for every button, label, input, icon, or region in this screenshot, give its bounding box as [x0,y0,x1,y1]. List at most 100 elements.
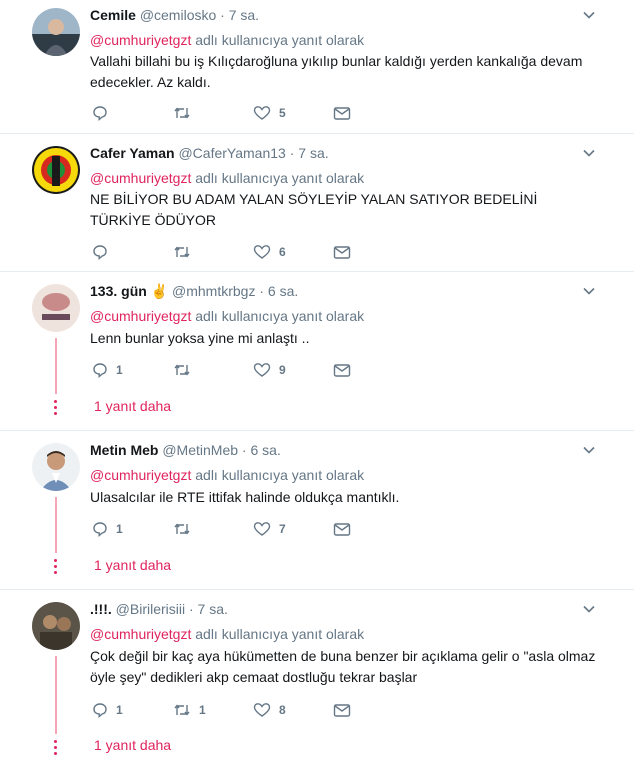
tweet-text: Ulasalcılar ile RTE ittifak halinde oldu… [90,489,400,505]
user-name[interactable]: Cemile [90,7,136,23]
timestamp[interactable]: 7 sa. [298,145,328,161]
more-replies-link[interactable]: 1 yanıt daha [94,737,171,753]
like-button[interactable]: 7 [253,521,286,537]
mention-link[interactable]: @cumhuriyetgzt [90,32,191,48]
retweet-count: 1 [199,703,206,717]
avatar[interactable] [32,146,80,194]
more-replies-link[interactable]: 1 yanıt daha [94,557,171,573]
like-button[interactable]: 9 [253,362,286,378]
tweet-3[interactable]: 133. gün ✌ @mhmtkrbgz · 6 sa. @cumhuriye… [0,272,634,430]
retweet-icon [174,107,190,119]
reply-count: 1 [116,522,123,536]
separator-dot: · [241,442,247,458]
separator-dot: · [220,7,225,23]
reply-context: @cumhuriyetgzt adlı kullanıcıya yanıt ol… [90,625,364,643]
separator-dot: · [259,283,265,299]
reply-icon [93,245,107,260]
thread-line [55,656,57,734]
reply-count: 1 [116,703,123,717]
message-icon [333,704,351,717]
timestamp[interactable]: 7 sa. [198,601,228,617]
user-handle[interactable]: @CaferYaman13 [178,145,285,161]
reply-context: @cumhuriyetgzt adlı kullanıcıya yanıt ol… [90,169,364,187]
mention-link[interactable]: @cumhuriyetgzt [90,170,191,186]
avatar[interactable] [32,284,80,332]
mention-link[interactable]: @cumhuriyetgzt [90,626,191,642]
avatar-image [32,443,80,491]
like-count: 6 [279,245,286,259]
tweet-text: Vallahi billahi bu iş Kılıçdaroğluna yık… [90,53,583,90]
tweet-header: Cemile @cemilosko · 7 sa. [90,6,259,24]
user-name[interactable]: Cafer Yaman [90,145,175,161]
message-button[interactable] [333,521,351,537]
avatar[interactable] [32,443,80,491]
reply-icon [93,522,107,537]
retweet-icon [174,364,190,376]
message-icon [333,523,351,536]
heart-icon [253,522,271,536]
tweet-1[interactable]: Cemile @cemilosko · 7 sa. @cumhuriyetgzt… [0,0,634,133]
reply-icon [93,363,107,378]
avatar[interactable] [32,8,80,56]
reply-context: @cumhuriyetgzt adlı kullanıcıya yanıt ol… [90,31,364,49]
chevron-down-icon[interactable] [582,146,596,160]
reply-context-label: adlı kullanıcıya yanıt olarak [195,32,365,48]
heart-icon [253,245,271,259]
thread-dots [54,559,58,577]
mention-link[interactable]: @cumhuriyetgzt [90,308,191,324]
tweet-4[interactable]: Metin Meb @MetinMeb · 6 sa. @cumhuriyetg… [0,431,634,589]
reply-button[interactable] [92,105,116,121]
message-button[interactable] [333,244,351,260]
retweet-button[interactable] [173,362,199,378]
user-handle[interactable]: @Birilerisiii [116,601,185,617]
retweet-button[interactable] [173,105,199,121]
tweet-2[interactable]: Cafer Yaman @CaferYaman13 · 7 sa. @cumhu… [0,134,634,271]
reply-context: @cumhuriyetgzt adlı kullanıcıya yanıt ol… [90,307,364,325]
thread-dots [54,400,58,418]
user-handle[interactable]: @cemilosko [140,7,216,23]
thread-dots [54,740,58,758]
timestamp[interactable]: 6 sa. [250,442,280,458]
user-name[interactable]: Metin Meb [90,442,158,458]
like-count: 7 [279,522,286,536]
chevron-down-icon[interactable] [582,443,596,457]
retweet-button[interactable]: 1 [173,702,206,718]
message-button[interactable] [333,702,351,718]
avatar[interactable] [32,602,80,650]
user-handle[interactable]: @mhmtkrbgz [172,283,255,299]
reply-button[interactable]: 1 [92,702,123,718]
reply-button[interactable] [92,244,116,260]
tweet-5[interactable]: .!!!. @Birilerisiii · 7 sa. @cumhuriyetg… [0,590,634,771]
chevron-down-icon[interactable] [582,8,596,22]
user-handle[interactable]: @MetinMeb [162,442,238,458]
more-replies-link[interactable]: 1 yanıt daha [94,398,171,414]
timestamp[interactable]: 6 sa. [268,283,298,299]
thread-line [55,497,57,553]
retweet-icon [174,704,190,716]
user-name[interactable]: .!!!. [90,601,112,617]
message-icon [333,246,351,259]
message-button[interactable] [333,362,351,378]
like-button[interactable]: 5 [253,105,286,121]
like-button[interactable]: 6 [253,244,286,260]
reply-icon [93,703,107,718]
avatar-image [32,8,80,56]
tweet-text: Çok değil bir kaç aya hükümetten de buna… [90,648,596,685]
chevron-down-icon[interactable] [582,602,596,616]
reply-button[interactable]: 1 [92,362,123,378]
victory-emoji: ✌ [150,283,169,299]
like-button[interactable]: 8 [253,702,286,718]
tweet-feed: Cemile @cemilosko · 7 sa. @cumhuriyetgzt… [0,0,634,771]
message-button[interactable] [333,105,351,121]
retweet-button[interactable] [173,521,199,537]
mention-link[interactable]: @cumhuriyetgzt [90,467,191,483]
reply-context-label: adlı kullanıcıya yanıt olarak [195,626,365,642]
retweet-button[interactable] [173,244,199,260]
reply-button[interactable]: 1 [92,521,123,537]
user-name[interactable]: 133. gün [90,283,147,299]
reply-context-label: adlı kullanıcıya yanıt olarak [195,467,365,483]
timestamp[interactable]: 7 sa. [229,7,259,23]
avatar-image [32,602,80,650]
chevron-down-icon[interactable] [582,284,596,298]
reply-count: 1 [116,363,123,377]
